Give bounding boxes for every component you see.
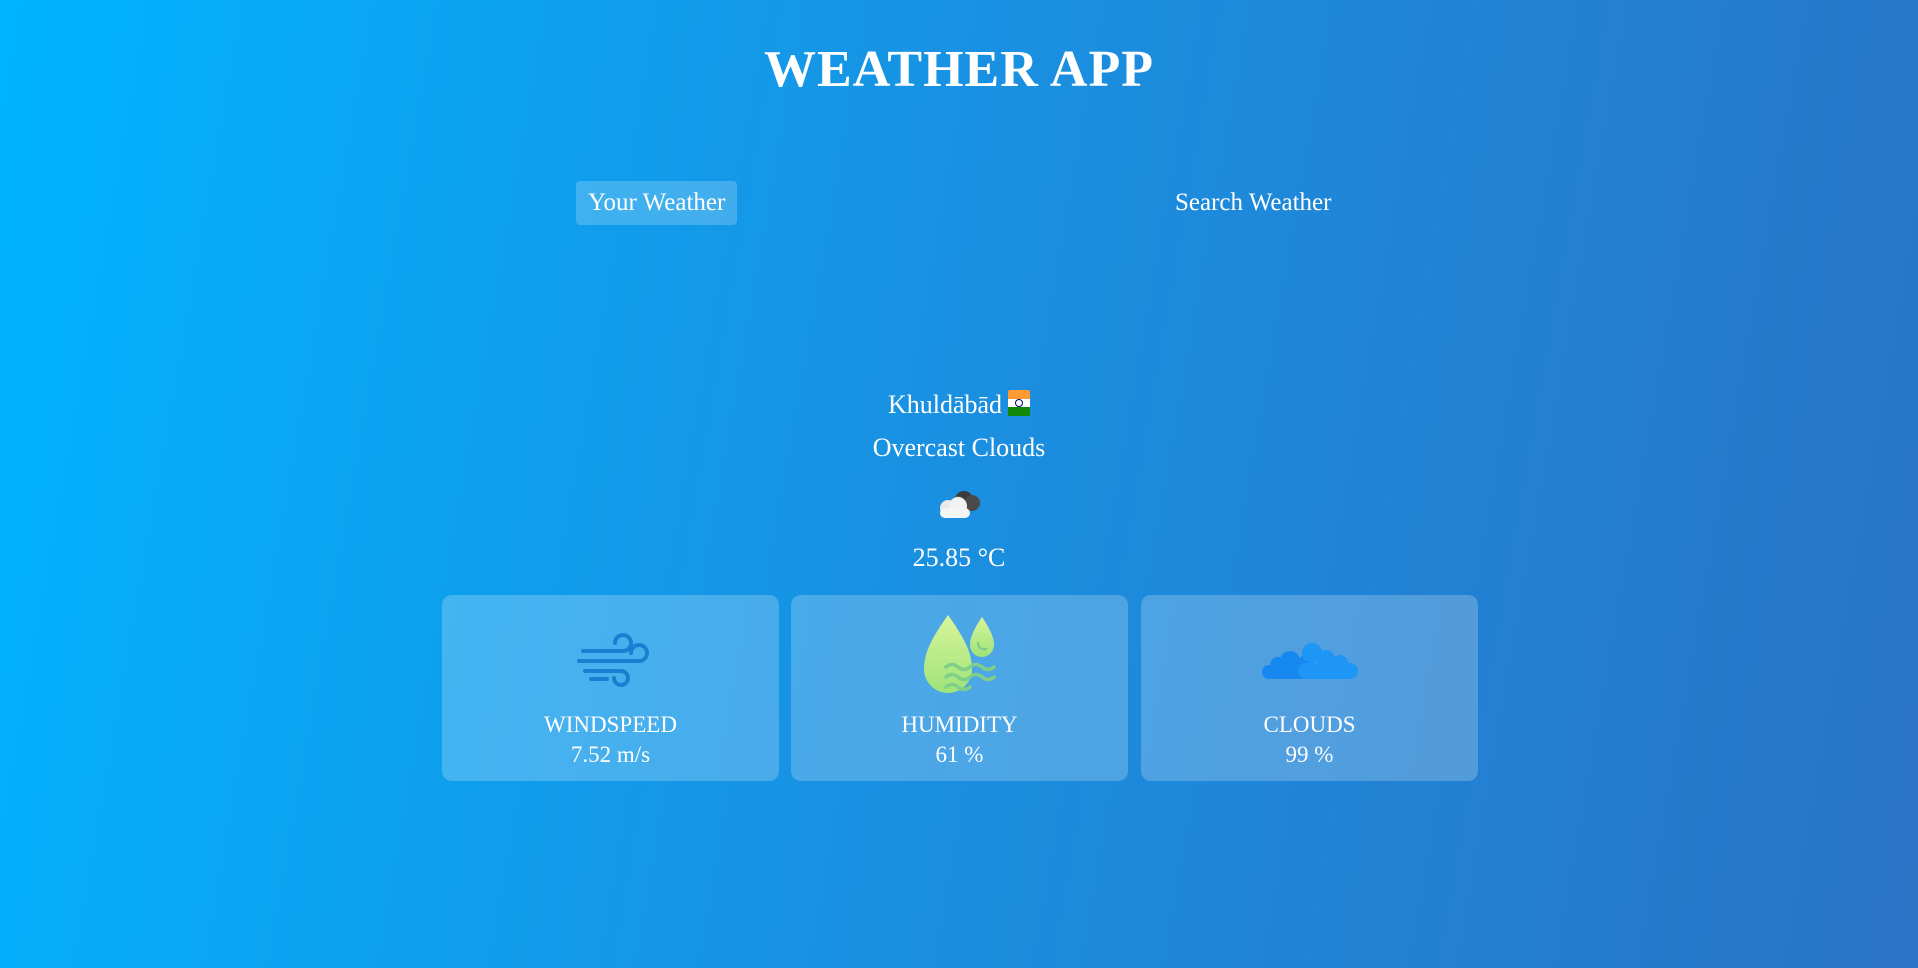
overcast-clouds-icon: [940, 491, 980, 518]
weather-description: Overcast Clouds: [872, 433, 1046, 462]
humidity-card: HUMIDITY 61 %: [791, 595, 1128, 781]
wind-icon: [576, 633, 649, 687]
windspeed-value: 7.52 m/s: [570, 742, 651, 767]
location: Khuldābād: [0, 390, 1918, 420]
clouds-card: CLOUDS 99 %: [1141, 595, 1478, 781]
humidity-value: 61 %: [935, 742, 984, 767]
india-flag-icon: [1008, 390, 1031, 416]
clouds-label: CLOUDS: [1263, 712, 1356, 737]
app-title: WEATHER APP: [764, 41, 1154, 98]
city-name: Khuldābād: [887, 390, 1003, 419]
tab-your-weather[interactable]: Your Weather: [576, 181, 738, 225]
clouds-icon: [1261, 643, 1358, 679]
tab-bar: Your Weather Search Weather: [0, 181, 1918, 225]
temperature: 25.85 °C: [912, 543, 1006, 572]
humidity-label: HUMIDITY: [901, 712, 1018, 737]
windspeed-label: WINDSPEED: [544, 712, 677, 737]
tab-search-weather[interactable]: Search Weather: [1163, 181, 1343, 225]
windspeed-card: WINDSPEED 7.52 m/s: [442, 595, 779, 781]
humidity-drops-icon: [923, 615, 996, 693]
clouds-value: 99 %: [1285, 742, 1334, 767]
